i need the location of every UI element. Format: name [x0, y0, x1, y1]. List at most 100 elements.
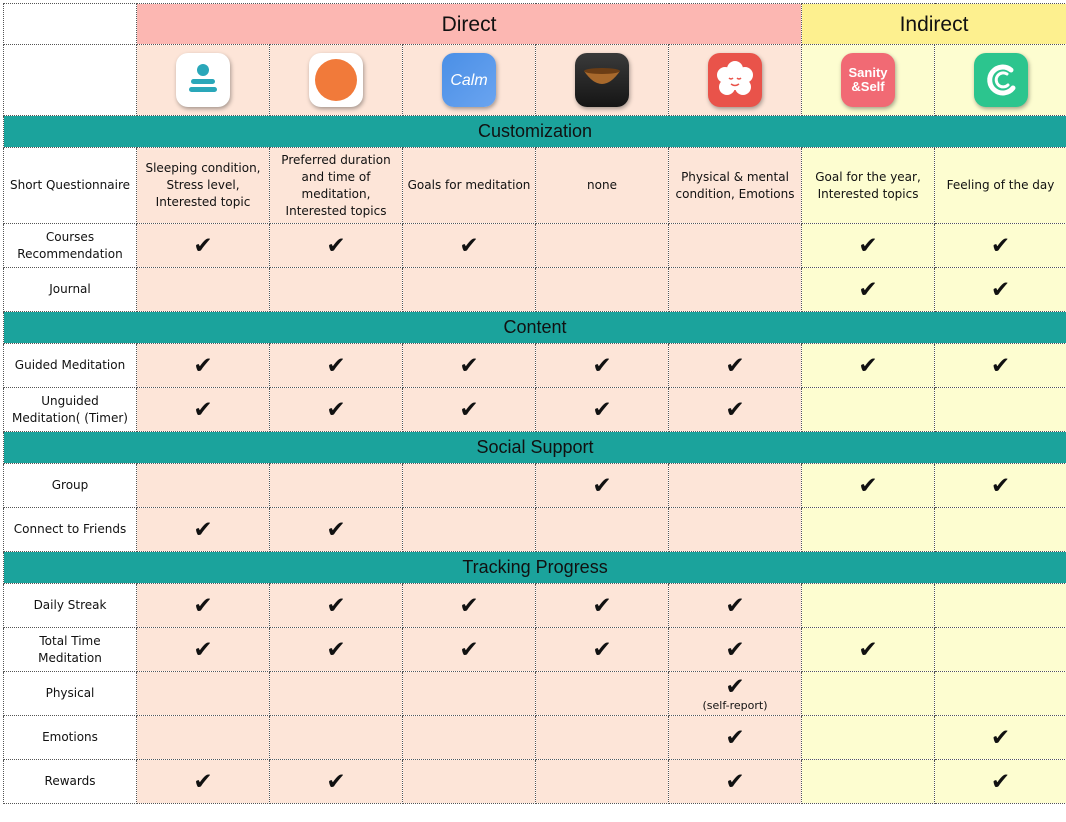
app-comparison-table: Direct Indirect Calm Sanity &Self Customizati…: [2, 3, 1066, 804]
check-icon: ✔: [990, 232, 1011, 259]
feature-row: Guided Meditation ✔ ✔ ✔ ✔ ✔ ✔ ✔: [3, 343, 1066, 388]
feature-cell: ✔: [801, 267, 936, 312]
feature-cell: [136, 715, 270, 760]
feature-cell: [667, 223, 803, 268]
feature-cell: ✔: [667, 583, 803, 628]
feature-label: Journal: [3, 267, 137, 312]
check-icon: ✔: [193, 768, 213, 795]
feature-cell: ✔: [136, 387, 270, 432]
feature-cell: [136, 463, 270, 508]
feature-cell: ✔: [801, 463, 936, 508]
feature-cell: ✔: [269, 759, 403, 804]
feature-cell-text: Feeling of the day: [946, 178, 1055, 192]
feature-cell: ✔: [535, 627, 669, 672]
feature-cell: ✔: [136, 223, 270, 268]
check-icon: ✔: [990, 724, 1011, 751]
check-icon: ✔: [459, 232, 479, 259]
smiling-mind-flower-icon: [708, 53, 762, 107]
feature-cell: [535, 507, 669, 552]
feature-cell: ✔: [934, 759, 1066, 804]
section-header-row: Content: [2, 311, 1066, 344]
feature-cell-text: Goals for meditation: [407, 178, 531, 192]
feature-cell: [934, 671, 1066, 716]
app-icon-cell: Sanity &Self: [801, 44, 936, 116]
check-icon: ✔: [725, 592, 745, 619]
check-icon: ✔: [592, 352, 612, 379]
feature-cell: [801, 715, 936, 760]
section-header-row: Tracking Progress: [2, 551, 1066, 584]
feature-label: Unguided Meditation( (Timer): [3, 387, 137, 432]
app-icon-cell: [535, 44, 669, 116]
feature-cell: [402, 507, 536, 552]
check-icon: ✔: [592, 472, 612, 499]
feature-label: Connect to Friends: [3, 507, 137, 552]
check-icon: ✔: [592, 396, 612, 423]
feature-cell: [402, 463, 536, 508]
indirect-group-header: Indirect: [801, 3, 1066, 45]
direct-group-header: Direct: [135, 3, 803, 45]
feature-cell: ✔: [801, 343, 936, 388]
feature-cell: ✔: [801, 627, 936, 672]
feature-cell-text: Sleeping condition, Stress level, Intere…: [145, 161, 261, 209]
check-icon: ✔: [725, 636, 745, 663]
feature-cell: [402, 715, 536, 760]
feature-cell: Goals for meditation: [402, 147, 536, 224]
check-icon: ✔: [725, 674, 745, 700]
feature-cell: [934, 627, 1066, 672]
feature-label: Rewards: [3, 759, 137, 804]
check-icon: ✔: [592, 592, 612, 619]
check-icon: ✔: [459, 352, 479, 379]
feature-cell: ✔: [535, 343, 669, 388]
feature-cell: ✔: [136, 627, 270, 672]
check-icon: ✔: [459, 636, 479, 663]
feature-cell: ✔: [402, 223, 536, 268]
feature-cell: [269, 715, 403, 760]
feature-cell: [402, 759, 536, 804]
check-icon: ✔: [725, 352, 745, 379]
section-title: Social Support: [2, 431, 1066, 464]
feature-label: Guided Meditation: [3, 343, 137, 388]
feature-cell: ✔: [402, 627, 536, 672]
feature-cell: ✔: [269, 223, 403, 268]
sanity-logo-line1: Sanity: [848, 65, 888, 80]
feature-cell: [667, 267, 803, 312]
feature-cell: ✔: [136, 583, 270, 628]
feature-cell-text: Preferred duration and time of meditatio…: [281, 152, 391, 218]
check-icon: ✔: [990, 276, 1011, 303]
check-icon: ✔: [326, 592, 346, 619]
feature-cell: [801, 387, 936, 432]
check-icon: ✔: [326, 396, 346, 423]
comparison-chart: Direct Indirect Calm Sanity &Self Customizati…: [0, 0, 1066, 822]
feature-cell: [667, 463, 803, 508]
feature-cell: [136, 267, 270, 312]
feature-cell: ✔: [402, 343, 536, 388]
feature-cell: ✔: [667, 715, 803, 760]
feature-cell: ✔: [136, 343, 270, 388]
check-icon: ✔: [193, 396, 213, 423]
group-header-row: Direct Indirect: [3, 3, 1066, 45]
check-icon: ✔: [193, 592, 213, 619]
check-icon: ✔: [725, 396, 745, 423]
app-icon-cell: [934, 44, 1066, 116]
feature-cell: [402, 671, 536, 716]
section-title: Content: [2, 311, 1066, 344]
check-icon: ✔: [459, 592, 479, 619]
check-icon: ✔: [326, 232, 346, 259]
check-icon: ✔: [858, 636, 878, 663]
calm-app-icon: Calm: [442, 53, 496, 107]
feature-row: Unguided Meditation( (Timer) ✔ ✔ ✔ ✔ ✔: [3, 387, 1066, 432]
feature-cell: ✔: [269, 387, 403, 432]
feature-cell: [535, 759, 669, 804]
feature-cell-text: Goal for the year, Interested topics: [815, 169, 921, 201]
check-icon: ✔: [193, 516, 213, 543]
feature-cell: ✔: [269, 343, 403, 388]
section-title: Tracking Progress: [2, 551, 1066, 584]
singing-bowl-app-icon: [575, 53, 629, 107]
check-icon: ✔: [193, 232, 213, 259]
feature-cell: [269, 267, 403, 312]
feature-label: Group: [3, 463, 137, 508]
app-icon-cell: [269, 44, 403, 116]
feature-cell: ✔: [934, 223, 1066, 268]
check-icon: ✔: [193, 352, 213, 379]
check-icon: ✔: [326, 352, 346, 379]
